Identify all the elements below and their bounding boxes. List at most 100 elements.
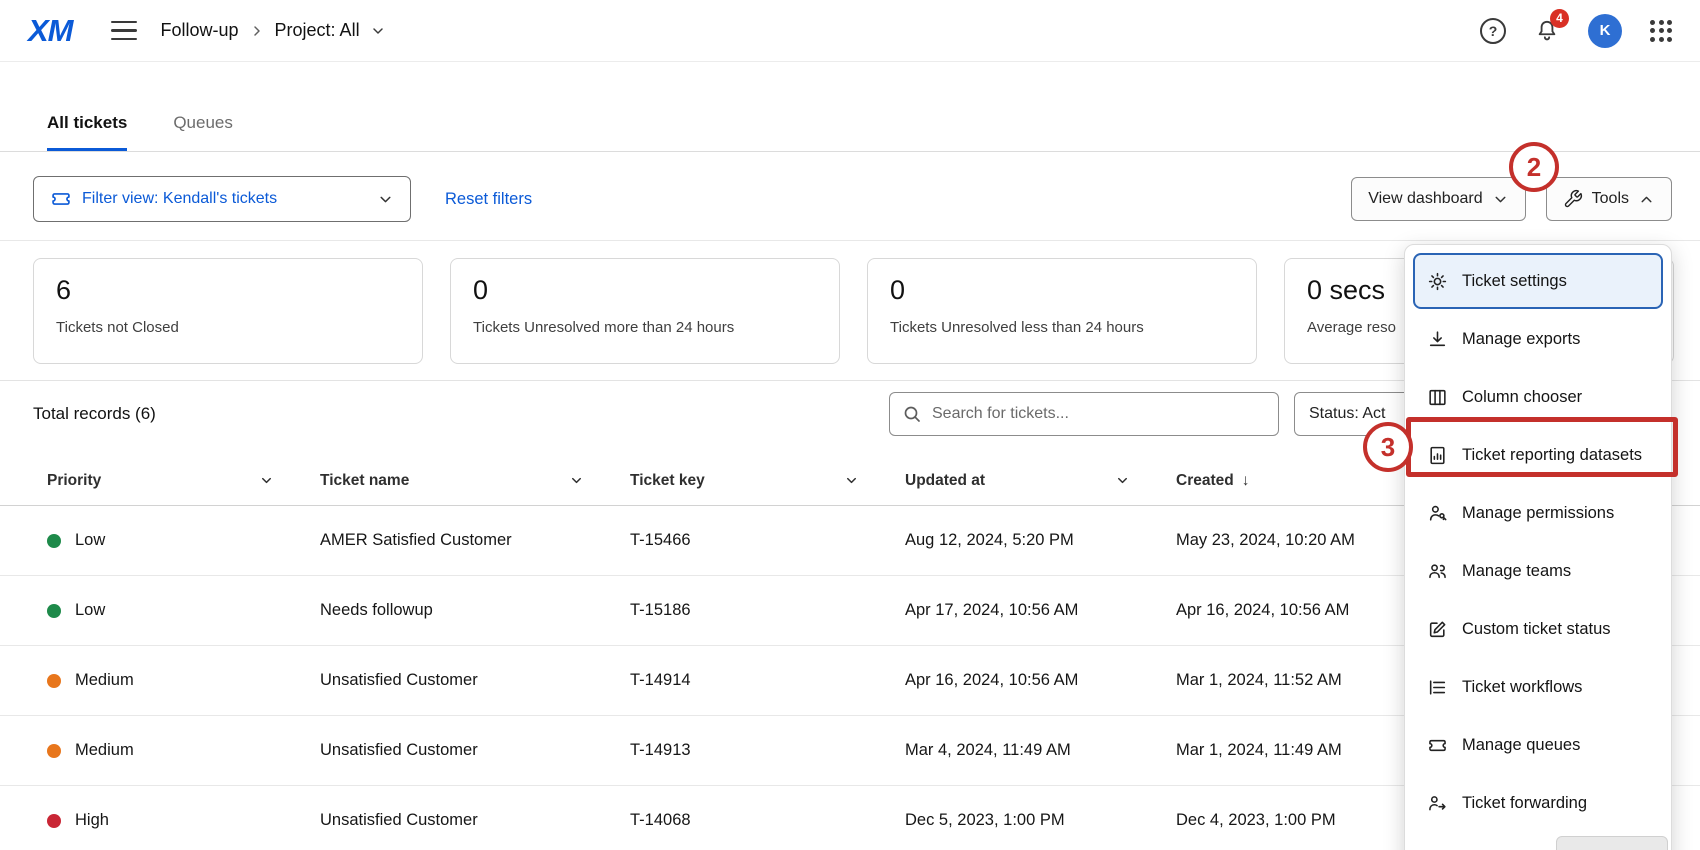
tab-all-tickets[interactable]: All tickets	[47, 98, 127, 151]
menu-item-label: Manage queues	[1462, 736, 1580, 755]
menu-item-label: Ticket reporting datasets	[1462, 446, 1642, 465]
menu-item-custom-ticket-status[interactable]: Custom ticket status	[1413, 601, 1663, 657]
column-label: Created	[1176, 472, 1234, 490]
column-header-ticket-key[interactable]: Ticket key	[630, 472, 905, 490]
chevron-down-icon[interactable]	[370, 23, 386, 39]
ticket-name-cell: Unsatisfied Customer	[320, 741, 630, 760]
breadcrumb-scope-selector[interactable]: Project: All	[275, 20, 360, 41]
updated-at-cell: Apr 16, 2024, 10:56 AM	[905, 671, 1176, 690]
updated-at-cell: Aug 12, 2024, 5:20 PM	[905, 531, 1176, 550]
menu-item-ticket-settings[interactable]: Ticket settings	[1413, 253, 1663, 309]
app-root: XM Follow-up Project: All ? 4 K All tick…	[0, 0, 1700, 850]
menu-item-label: Ticket forwarding	[1462, 794, 1587, 813]
help-icon[interactable]: ?	[1480, 18, 1506, 44]
menu-item-manage-teams[interactable]: Manage teams	[1413, 543, 1663, 599]
priority-dot-high	[47, 814, 61, 828]
view-dashboard-button[interactable]: View dashboard	[1351, 177, 1525, 221]
ticket-key-cell: T-15466	[630, 531, 905, 550]
tools-dropdown-menu: Ticket settings Manage exports Column ch…	[1404, 244, 1672, 850]
ticket-icon	[1427, 735, 1448, 756]
columns-icon	[1427, 387, 1448, 408]
column-label: Ticket name	[320, 472, 409, 490]
ticket-key-cell: T-14914	[630, 671, 905, 690]
filter-view-dropdown[interactable]: Filter view: Kendall's tickets	[33, 176, 411, 222]
filter-view-label: Filter view: Kendall's tickets	[82, 190, 277, 208]
column-header-updated-at[interactable]: Updated at	[905, 472, 1176, 490]
breadcrumb-project-name[interactable]: Follow-up	[161, 20, 239, 41]
filter-row: Filter view: Kendall's tickets Reset fil…	[33, 176, 1672, 222]
breadcrumb: Follow-up Project: All	[161, 20, 386, 41]
topbar-actions: ? 4 K	[1480, 14, 1672, 48]
menu-item-label: Ticket workflows	[1462, 678, 1582, 697]
priority-dot-medium	[47, 674, 61, 688]
menu-item-label: Ticket settings	[1462, 272, 1567, 291]
avatar[interactable]: K	[1588, 14, 1622, 48]
updated-at-cell: Dec 5, 2023, 1:00 PM	[905, 811, 1176, 830]
search-input[interactable]	[932, 405, 1266, 423]
priority-cell: Low	[47, 601, 320, 620]
column-label: Ticket key	[630, 472, 705, 490]
chevron-down-icon[interactable]	[844, 473, 859, 488]
xm-logo[interactable]: XM	[28, 13, 73, 49]
workflow-icon	[1427, 677, 1448, 698]
reset-filters-link[interactable]: Reset filters	[445, 190, 532, 209]
kpi-value: 6	[56, 275, 400, 306]
menu-item-manage-exports[interactable]: Manage exports	[1413, 311, 1663, 367]
kpi-value: 0	[890, 275, 1234, 306]
menu-item-ticket-workflows[interactable]: Ticket workflows	[1413, 659, 1663, 715]
menu-item-label: Manage permissions	[1462, 504, 1614, 523]
ticket-name-cell: Unsatisfied Customer	[320, 671, 630, 690]
updated-at-cell: Apr 17, 2024, 10:56 AM	[905, 601, 1176, 620]
kpi-card-unresolved-less-24h[interactable]: 0 Tickets Unresolved less than 24 hours	[867, 258, 1257, 364]
ticket-key-cell: T-14068	[630, 811, 905, 830]
edit-icon	[1427, 619, 1448, 640]
column-label: Priority	[47, 472, 101, 490]
tools-label: Tools	[1592, 190, 1629, 208]
apps-grid-icon[interactable]	[1650, 20, 1672, 42]
priority-label: High	[75, 811, 109, 830]
menu-item-manage-permissions[interactable]: Manage permissions	[1413, 485, 1663, 541]
menu-item-label: Manage exports	[1462, 330, 1580, 349]
menu-item-column-chooser[interactable]: Column chooser	[1413, 369, 1663, 425]
kpi-card-unresolved-more-24h[interactable]: 0 Tickets Unresolved more than 24 hours	[450, 258, 840, 364]
menu-item-ticket-forwarding[interactable]: Ticket forwarding	[1413, 775, 1663, 831]
column-header-priority[interactable]: Priority	[47, 472, 320, 490]
hamburger-menu-icon[interactable]	[111, 21, 137, 41]
chevron-down-icon	[1492, 191, 1509, 208]
forward-icon	[1427, 793, 1448, 814]
menu-item-manage-queues[interactable]: Manage queues	[1413, 717, 1663, 773]
priority-cell: Low	[47, 531, 320, 550]
priority-label: Medium	[75, 741, 134, 760]
person-key-icon	[1427, 503, 1448, 524]
avatar-initial: K	[1600, 22, 1611, 39]
tools-button[interactable]: Tools	[1546, 177, 1672, 221]
tab-bar: All tickets Queues	[0, 98, 1700, 152]
gear-icon	[1427, 271, 1448, 292]
chevron-down-icon[interactable]	[1115, 473, 1130, 488]
priority-label: Low	[75, 531, 105, 550]
menu-item-label: Custom ticket status	[1462, 620, 1611, 639]
ticket-key-cell: T-14913	[630, 741, 905, 760]
download-icon	[1427, 329, 1448, 350]
priority-dot-medium	[47, 744, 61, 758]
partial-ui-element	[1556, 836, 1668, 850]
kpi-label: Tickets Unresolved more than 24 hours	[473, 319, 817, 336]
annotation-step-3: 3	[1363, 422, 1413, 472]
kpi-card-not-closed[interactable]: 6 Tickets not Closed	[33, 258, 423, 364]
wrench-icon	[1563, 189, 1583, 209]
notifications-button[interactable]: 4	[1534, 18, 1560, 44]
ticket-search	[889, 392, 1279, 436]
kpi-value: 0	[473, 275, 817, 306]
top-bar: XM Follow-up Project: All ? 4 K	[0, 0, 1700, 62]
tab-queues[interactable]: Queues	[173, 98, 233, 151]
status-filter-label: Status: Act	[1309, 405, 1385, 423]
chevron-down-icon[interactable]	[569, 473, 584, 488]
menu-item-label: Column chooser	[1462, 388, 1582, 407]
menu-item-ticket-reporting-datasets[interactable]: Ticket reporting datasets	[1413, 427, 1663, 483]
notification-badge: 4	[1550, 9, 1569, 28]
priority-label: Medium	[75, 671, 134, 690]
chevron-down-icon[interactable]	[259, 473, 274, 488]
ticket-icon	[50, 188, 72, 210]
column-header-ticket-name[interactable]: Ticket name	[320, 472, 630, 490]
help-glyph: ?	[1489, 23, 1498, 39]
